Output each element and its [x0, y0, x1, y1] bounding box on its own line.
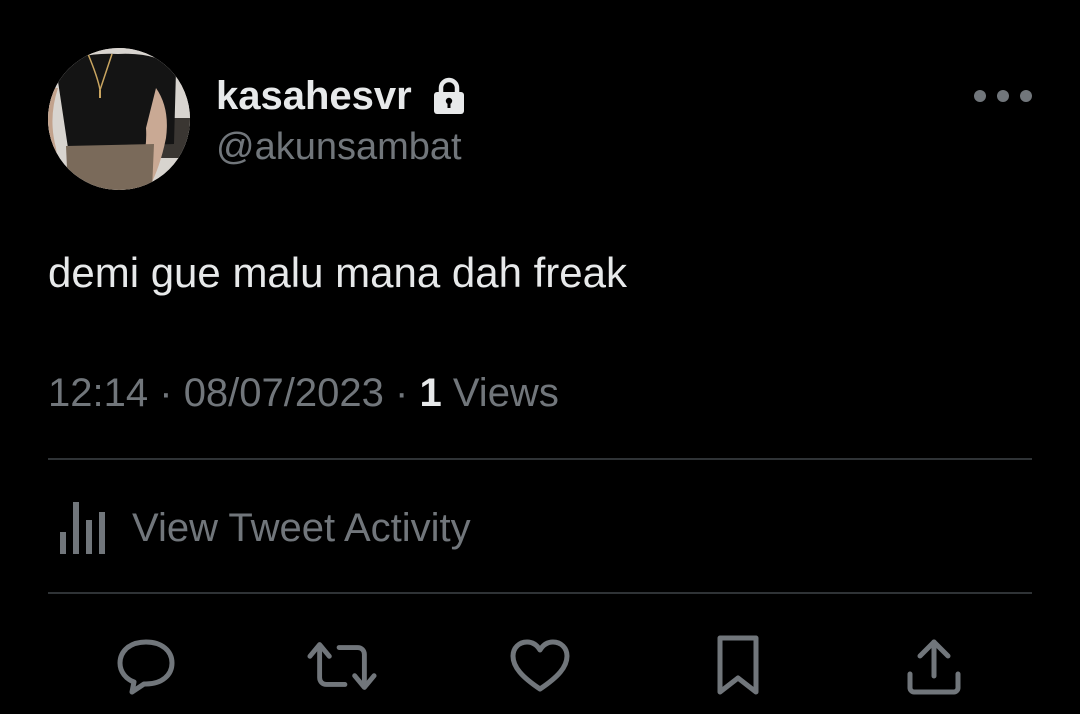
- reply-button[interactable]: [110, 632, 182, 700]
- bookmark-icon: [717, 635, 759, 695]
- user-handle[interactable]: @akunsambat: [216, 124, 462, 170]
- views-label: Views: [452, 371, 559, 415]
- retweet-button[interactable]: [306, 632, 378, 700]
- retweet-arrows-icon: [307, 642, 377, 690]
- more-horizontal-icon: [974, 90, 1032, 102]
- view-tweet-activity-button[interactable]: View Tweet Activity: [56, 498, 471, 558]
- bookmark-button[interactable]: [702, 632, 774, 700]
- speech-bubble-icon: [117, 639, 175, 695]
- views-count: 1: [419, 371, 442, 415]
- bar-chart-icon: [60, 502, 105, 554]
- avatar-photo: [48, 48, 190, 190]
- like-button[interactable]: [504, 632, 576, 700]
- lock-icon: [432, 76, 466, 116]
- share-upload-icon: [907, 639, 961, 695]
- tweet-text: demi gue malu mana dah freak: [48, 249, 627, 296]
- more-options-button[interactable]: [968, 80, 1038, 112]
- display-name-row[interactable]: kasahesvr: [216, 72, 466, 120]
- view-tweet-activity-label: View Tweet Activity: [132, 506, 471, 550]
- share-button[interactable]: [898, 632, 970, 700]
- tweet-meta: 12:14 · 08/07/2023 · 1 Views: [48, 368, 559, 418]
- meta-separator: ·: [159, 371, 173, 415]
- meta-separator: ·: [395, 371, 409, 415]
- divider: [48, 592, 1032, 594]
- display-name[interactable]: kasahesvr: [216, 72, 412, 120]
- tweet-date[interactable]: 08/07/2023: [184, 371, 384, 415]
- avatar[interactable]: [48, 48, 190, 190]
- divider: [48, 458, 1032, 460]
- tweet-time[interactable]: 12:14: [48, 371, 148, 415]
- heart-icon: [510, 639, 570, 692]
